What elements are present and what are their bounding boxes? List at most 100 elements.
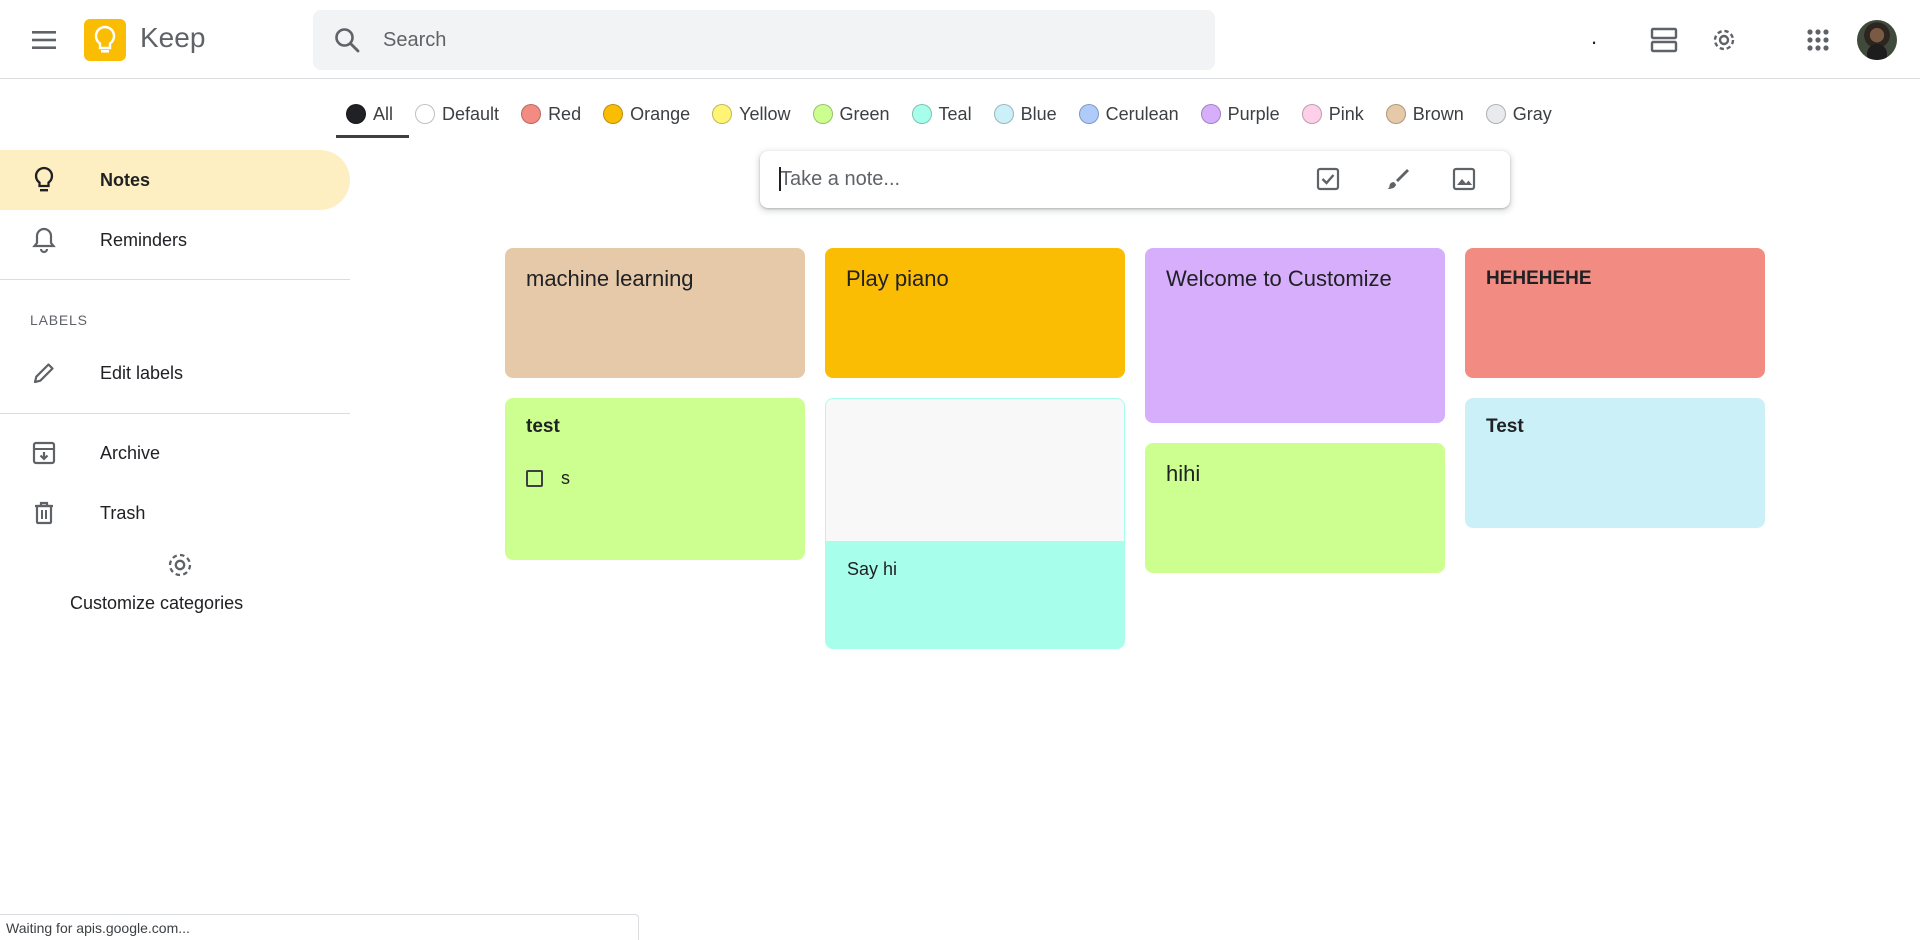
navigation-sidebar: Notes Reminders LABELS Edit labels Archi… (0, 80, 350, 900)
customize-categories-link[interactable]: Customize categories (70, 593, 243, 614)
filter-chip-red[interactable]: Red (521, 100, 581, 128)
checkbox-icon (1316, 167, 1340, 191)
new-drawing-button[interactable] (1378, 159, 1418, 199)
note-card[interactable]: HEHEHEHE (1465, 248, 1765, 378)
pencil-icon (30, 359, 58, 387)
note-card[interactable]: Welcome to Customize (1145, 248, 1445, 423)
color-filter-bar: All Default Red Orange Yellow Green Teal… (335, 96, 1574, 138)
bell-icon (30, 226, 58, 254)
filter-chip-label: All (373, 103, 394, 124)
gear-icon (1713, 29, 1735, 51)
filter-chip-label: Green (839, 103, 890, 124)
note-card[interactable]: machine learning (505, 248, 805, 378)
trash-icon (30, 499, 58, 527)
list-view-toggle-button[interactable] (1640, 16, 1688, 64)
note-image (826, 399, 1124, 541)
loading-indicator: . (1591, 24, 1598, 49)
hamburger-menu-icon (32, 31, 56, 49)
sidebar-divider (0, 279, 350, 280)
note-title: hihi (1166, 461, 1201, 486)
filter-chip-label: Purple (1227, 103, 1280, 124)
note-card[interactable]: test s (505, 398, 805, 560)
filter-chip-label: Pink (1328, 103, 1364, 124)
filter-chip-gray[interactable]: Gray (1485, 100, 1552, 128)
sidebar-item-reminders[interactable]: Reminders (0, 210, 350, 270)
top-app-bar: Keep . (0, 0, 1920, 79)
filter-chip-label: Cerulean (1105, 103, 1179, 124)
sidebar-item-label: Archive (100, 442, 161, 463)
sidebar-item-notes[interactable]: Notes (0, 150, 350, 210)
note-body-text: Say hi (847, 559, 898, 579)
sidebar-item-label: Edit labels (100, 362, 184, 383)
color-swatch (812, 104, 833, 124)
filter-chip-purple[interactable]: Purple (1200, 100, 1280, 128)
app-title[interactable]: Keep (140, 22, 205, 54)
filter-chip-label: Teal (938, 103, 972, 124)
new-list-button[interactable] (1308, 159, 1348, 199)
color-swatch (415, 104, 436, 124)
sidebar-divider (0, 413, 350, 414)
color-swatch (1485, 104, 1506, 124)
take-note-input[interactable] (780, 151, 1280, 208)
color-swatch (712, 104, 733, 124)
checklist-checkbox[interactable] (526, 470, 543, 487)
filter-chip-default[interactable]: Default (415, 100, 499, 128)
filter-chip-pink[interactable]: Pink (1301, 100, 1364, 128)
filter-chip-label: Brown (1412, 103, 1464, 124)
note-card[interactable]: Test (1465, 398, 1765, 528)
color-swatch (911, 104, 932, 124)
note-title: Play piano (846, 266, 949, 291)
checklist-item[interactable]: s (526, 468, 570, 489)
checklist-item-text: s (561, 468, 570, 488)
filter-chip-green[interactable]: Green (812, 100, 890, 128)
sidebar-item-edit-labels[interactable]: Edit labels (0, 343, 350, 403)
filter-chip-brown[interactable]: Brown (1385, 100, 1464, 128)
text-cursor (779, 167, 781, 191)
new-image-note-button[interactable] (1444, 159, 1484, 199)
filter-chip-label: Blue (1020, 103, 1057, 124)
note-card[interactable]: hihi (1145, 443, 1445, 573)
google-apps-button[interactable] (1794, 16, 1842, 64)
note-title: Welcome to Customize (1166, 266, 1392, 291)
take-note-bar[interactable] (760, 151, 1510, 208)
settings-button[interactable] (1700, 16, 1748, 64)
paintbrush-icon (1387, 169, 1409, 189)
filter-chip-yellow[interactable]: Yellow (712, 100, 791, 128)
color-swatch (521, 104, 542, 124)
list-view-icon (1650, 27, 1678, 53)
filter-chip-label: Default (442, 103, 500, 124)
search-input[interactable] (383, 10, 1183, 70)
filter-chip-label: Yellow (739, 103, 791, 124)
search-icon[interactable] (333, 26, 361, 54)
main-menu-button[interactable] (20, 16, 68, 64)
sidebar-item-archive[interactable]: Archive (0, 423, 350, 483)
sidebar-item-trash[interactable]: Trash (0, 483, 350, 543)
filter-chip-label: Orange (630, 103, 691, 124)
sidebar-item-label: Notes (100, 169, 151, 190)
note-title: machine learning (526, 266, 694, 291)
sidebar-item-label: Trash (100, 502, 146, 523)
note-title: Test (1486, 416, 1524, 437)
color-swatch (1200, 104, 1221, 124)
note-card-with-image[interactable]: Say hi (825, 398, 1125, 649)
account-avatar[interactable] (1857, 20, 1897, 60)
filter-chip-label: Red (548, 103, 582, 124)
filter-chip-label: Gray (1512, 103, 1552, 124)
customize-gear-icon[interactable] (165, 550, 195, 580)
note-card[interactable]: Play piano (825, 248, 1125, 378)
archive-icon (30, 439, 58, 467)
filter-chip-cerulean[interactable]: Cerulean (1078, 100, 1179, 128)
filter-chip-teal[interactable]: Teal (911, 100, 972, 128)
filter-chip-all[interactable]: All (335, 100, 410, 138)
browser-status-bar: Waiting for apis.google.com... (0, 914, 639, 940)
color-swatch (993, 104, 1014, 124)
keep-logo (84, 19, 126, 61)
filter-chip-blue[interactable]: Blue (993, 100, 1057, 128)
color-swatch (603, 104, 624, 124)
search-bar[interactable] (313, 10, 1215, 70)
color-swatch (1301, 104, 1322, 124)
color-swatch (1078, 104, 1099, 124)
color-swatch (1385, 104, 1406, 124)
note-title: HEHEHEHE (1486, 268, 1592, 289)
filter-chip-orange[interactable]: Orange (603, 100, 690, 128)
